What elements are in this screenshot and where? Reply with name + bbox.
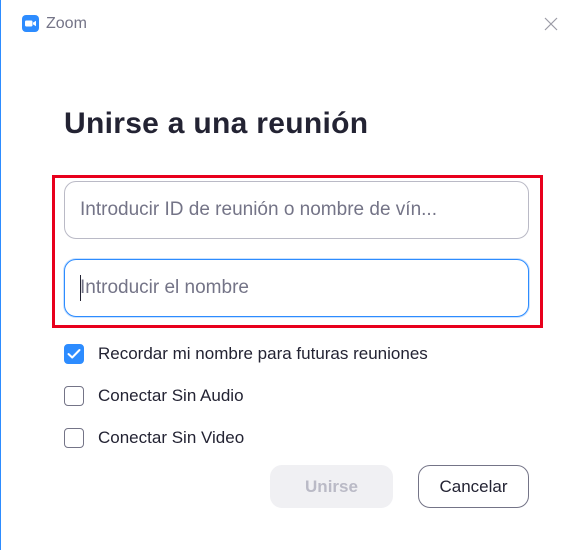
page-title: Unirse a una reunión bbox=[64, 107, 369, 140]
title-bar: Zoom bbox=[1, 0, 563, 40]
no-video-checkbox[interactable] bbox=[64, 428, 84, 448]
cancel-button[interactable]: Cancelar bbox=[418, 465, 529, 508]
zoom-camera-icon bbox=[22, 15, 39, 32]
join-button[interactable]: Unirse bbox=[270, 465, 393, 508]
remember-name-option[interactable]: Recordar mi nombre para futuras reunione… bbox=[64, 343, 428, 365]
zoom-join-window: Zoom Unirse a una reunión Recordar mi no… bbox=[0, 0, 563, 550]
meeting-id-input[interactable] bbox=[64, 181, 529, 239]
no-video-option[interactable]: Conectar Sin Video bbox=[64, 427, 244, 449]
name-input[interactable] bbox=[64, 259, 529, 317]
no-audio-option[interactable]: Conectar Sin Audio bbox=[64, 385, 244, 407]
text-cursor bbox=[80, 275, 81, 301]
remember-name-checkbox[interactable] bbox=[64, 344, 84, 364]
checkmark-icon bbox=[67, 349, 81, 359]
close-icon[interactable] bbox=[541, 14, 561, 34]
remember-name-label: Recordar mi nombre para futuras reunione… bbox=[98, 344, 428, 363]
no-audio-checkbox[interactable] bbox=[64, 386, 84, 406]
no-audio-label: Conectar Sin Audio bbox=[98, 386, 244, 405]
no-video-label: Conectar Sin Video bbox=[98, 428, 245, 447]
window-title: Zoom bbox=[46, 15, 87, 32]
